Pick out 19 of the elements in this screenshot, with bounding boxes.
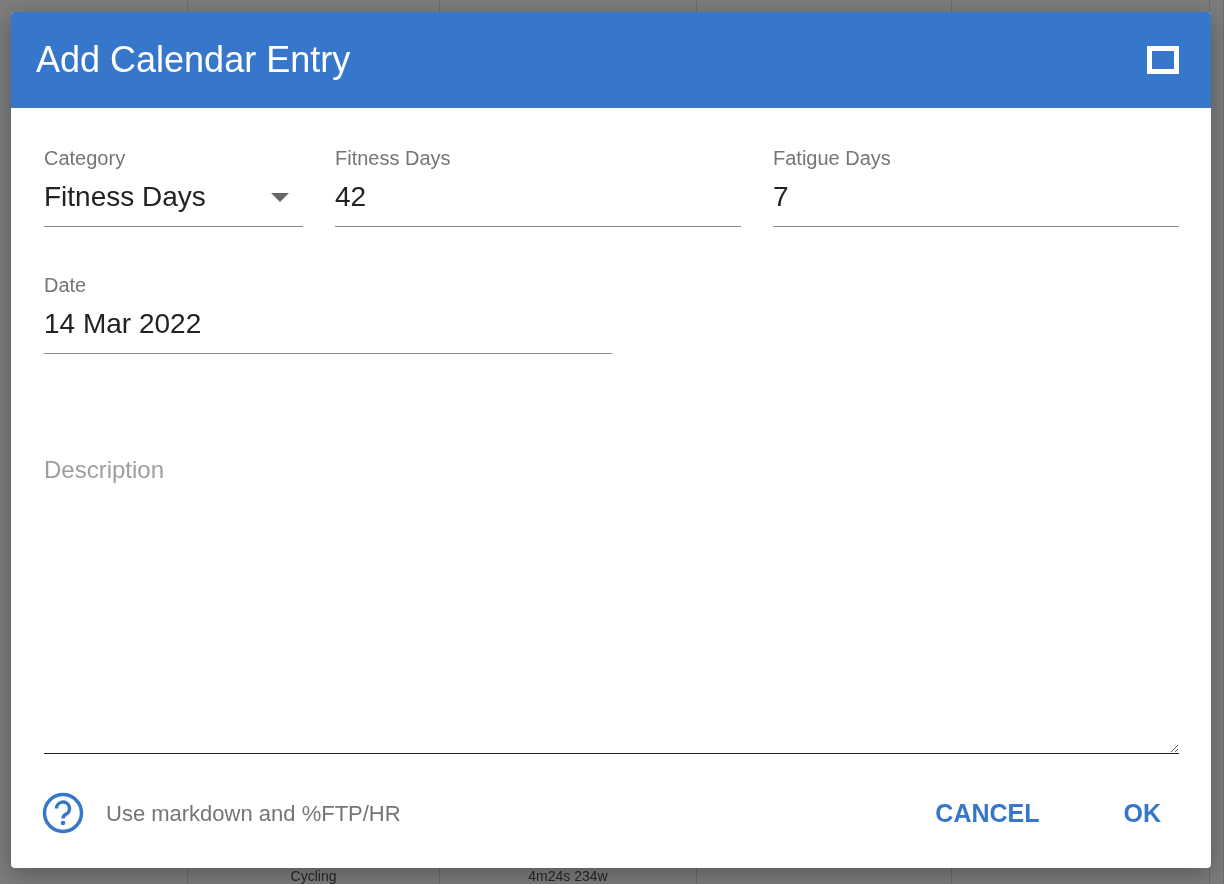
field-label: Fatigue Days — [773, 146, 892, 170]
caret-icon — [271, 192, 289, 202]
input-field[interactable]: 14 Mar 2022 — [44, 297, 612, 354]
field-label: Fitness Days — [335, 146, 452, 170]
description-field[interactable]: Description — [44, 440, 1179, 754]
field-label: Category — [44, 146, 127, 170]
field-label: Date — [44, 273, 88, 297]
dialog-button[interactable]: OK — [1105, 786, 1179, 840]
input-field[interactable]: 42 — [335, 170, 741, 227]
help-icon[interactable] — [42, 792, 84, 835]
category-dropdown[interactable]: Fitness Days — [44, 170, 303, 227]
maximize-icon[interactable] — [1147, 46, 1179, 74]
dialog-title: Add Calendar Entry — [36, 38, 351, 82]
input-field[interactable]: 7 — [773, 170, 1179, 227]
calendar-cell-text: Cycling — [290, 869, 337, 883]
help-text: Use markdown and %FTP/HR — [106, 799, 402, 828]
dialog-button[interactable]: CANCEL — [917, 786, 1058, 840]
dropdown-value: Fitness Days — [44, 180, 206, 214]
calendar-cell-text: 4m24s 234w — [528, 869, 608, 883]
